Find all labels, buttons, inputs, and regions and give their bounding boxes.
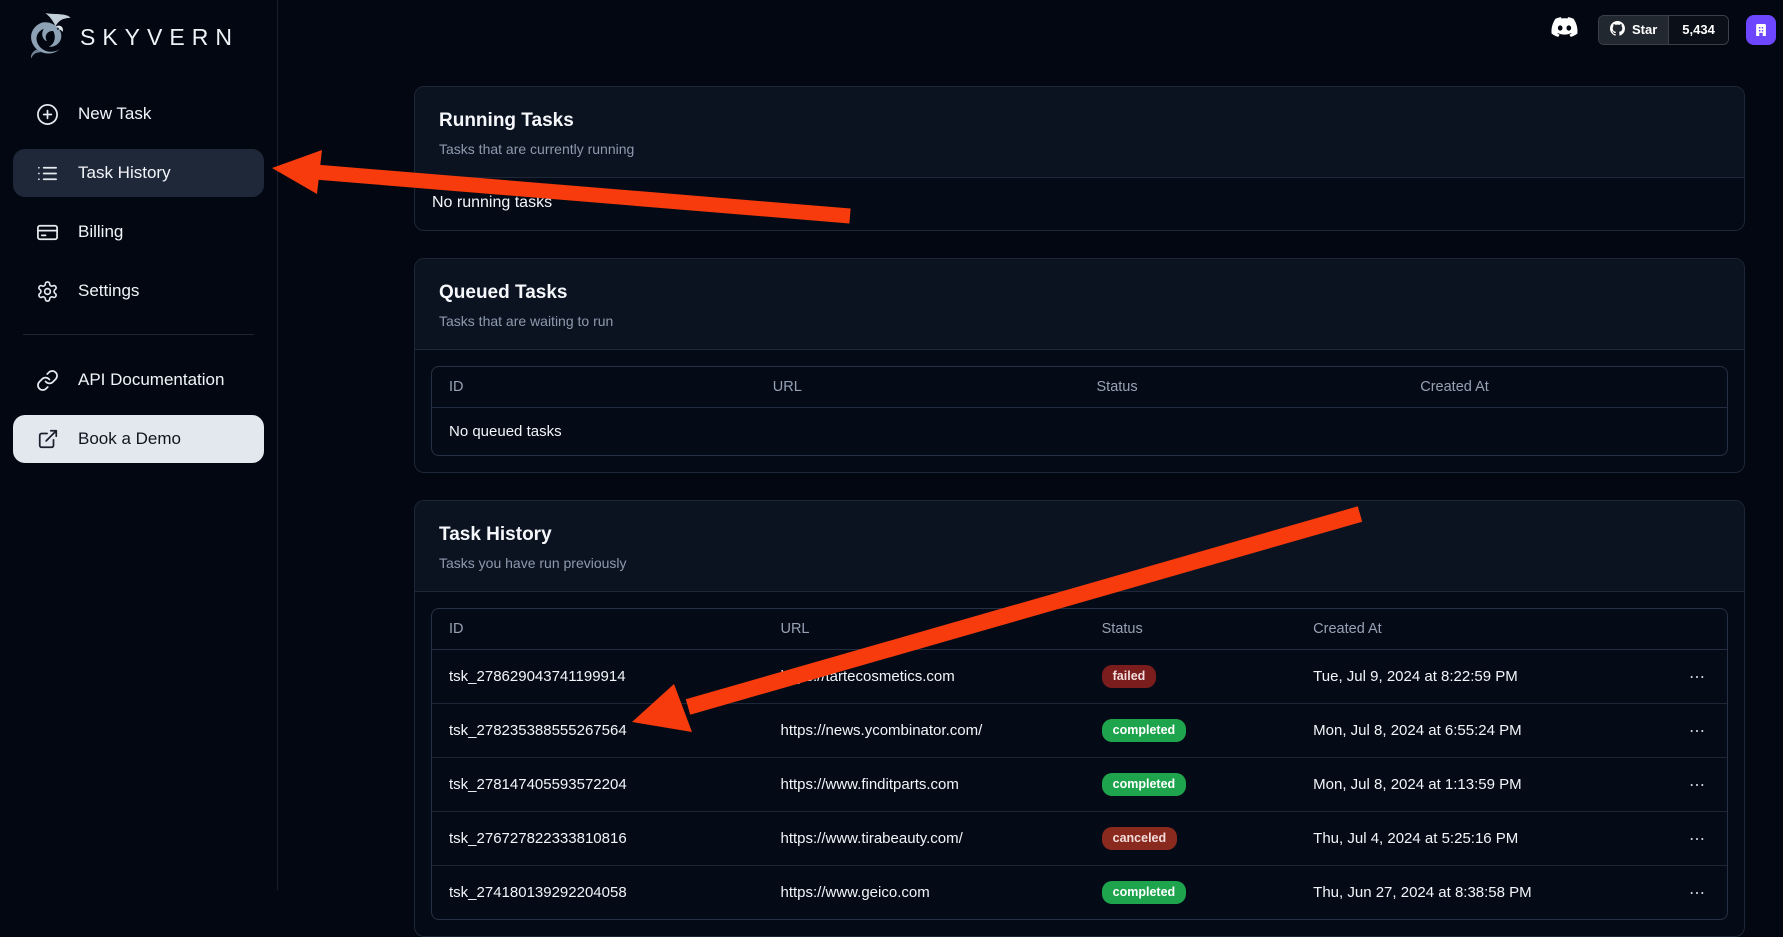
discord-icon[interactable] — [1548, 14, 1581, 45]
gear-icon — [36, 280, 59, 303]
column-header-status: Status — [1085, 609, 1297, 650]
task-created-cell: Thu, Jul 4, 2024 at 5:25:16 PM — [1296, 812, 1669, 866]
status-badge: completed — [1102, 881, 1187, 904]
task-id-cell: tsk_278235388555267564 — [432, 704, 763, 758]
running-tasks-empty-text: No running tasks — [431, 194, 1728, 214]
external-link-icon — [36, 428, 59, 451]
table-header-row: ID URL Status Created At — [432, 609, 1727, 650]
task-url-cell: https://tartecosmetics.com — [763, 650, 1084, 704]
table-row: No queued tasks — [432, 408, 1727, 456]
sidebar: SKYVERN New Task Task History Billing Se… — [0, 0, 278, 890]
sidebar-item-task-history[interactable]: Task History — [13, 149, 264, 197]
task-id-cell: tsk_278147405593572204 — [432, 758, 763, 812]
panel-title: Task History — [439, 524, 1720, 546]
queued-tasks-empty-text: No queued tasks — [432, 408, 1727, 456]
panel-title: Queued Tasks — [439, 282, 1720, 304]
task-url-cell: https://news.ycombinator.com/ — [763, 704, 1084, 758]
task-history-table: ID URL Status Created At tsk_27862904374… — [431, 608, 1728, 920]
task-status-cell: failed — [1085, 650, 1297, 704]
panel-subtitle: Tasks you have run previously — [439, 555, 1720, 571]
plus-circle-icon — [36, 103, 59, 126]
task-status-cell: canceled — [1085, 812, 1297, 866]
column-header-actions — [1669, 609, 1727, 650]
panel-title: Running Tasks — [439, 110, 1720, 132]
sidebar-item-label: Billing — [78, 222, 123, 242]
column-header-id: ID — [432, 367, 756, 408]
sidebar-item-label: New Task — [78, 104, 151, 124]
row-actions-button[interactable]: ⋯ — [1669, 758, 1727, 812]
task-history-panel: Task History Tasks you have run previous… — [414, 500, 1745, 937]
task-id-cell: tsk_276727822333810816 — [432, 812, 763, 866]
task-history-header: Task History Tasks you have run previous… — [415, 501, 1744, 592]
table-row[interactable]: tsk_278235388555267564 https://news.ycom… — [432, 704, 1727, 758]
sidebar-item-label: Settings — [78, 281, 139, 301]
task-url-cell: https://www.tirabeauty.com/ — [763, 812, 1084, 866]
column-header-status: Status — [1080, 367, 1404, 408]
brand[interactable]: SKYVERN — [0, 0, 277, 64]
table-row[interactable]: tsk_276727822333810816 https://www.tirab… — [432, 812, 1727, 866]
organization-avatar[interactable] — [1746, 15, 1776, 45]
queued-tasks-header: Queued Tasks Tasks that are waiting to r… — [415, 259, 1744, 350]
github-star-count: 5,434 — [1668, 16, 1728, 44]
column-header-id: ID — [432, 609, 763, 650]
sidebar-divider — [23, 334, 254, 335]
task-created-cell: Mon, Jul 8, 2024 at 1:13:59 PM — [1296, 758, 1669, 812]
task-created-cell: Tue, Jul 9, 2024 at 8:22:59 PM — [1296, 650, 1669, 704]
panel-subtitle: Tasks that are waiting to run — [439, 313, 1720, 329]
sidebar-item-label: Task History — [78, 163, 171, 183]
status-badge: failed — [1102, 665, 1157, 688]
row-actions-button[interactable]: ⋯ — [1669, 650, 1727, 704]
queued-tasks-panel: Queued Tasks Tasks that are waiting to r… — [414, 258, 1745, 473]
row-actions-button[interactable]: ⋯ — [1669, 812, 1727, 866]
sidebar-item-label: Book a Demo — [78, 429, 181, 449]
task-status-cell: completed — [1085, 758, 1297, 812]
sidebar-item-label: API Documentation — [78, 370, 224, 390]
sidebar-item-api-documentation[interactable]: API Documentation — [13, 356, 264, 404]
table-header-row: ID URL Status Created At — [432, 367, 1727, 408]
status-badge: canceled — [1102, 827, 1178, 850]
panel-subtitle: Tasks that are currently running — [439, 141, 1720, 157]
task-status-cell: completed — [1085, 866, 1297, 920]
task-created-cell: Mon, Jul 8, 2024 at 6:55:24 PM — [1296, 704, 1669, 758]
column-header-url: URL — [763, 609, 1084, 650]
list-icon — [36, 162, 59, 185]
task-url-cell: https://www.finditparts.com — [763, 758, 1084, 812]
running-tasks-panel: Running Tasks Tasks that are currently r… — [414, 86, 1745, 231]
main-content: Running Tasks Tasks that are currently r… — [414, 0, 1745, 937]
github-star-button[interactable]: Star 5,434 — [1598, 15, 1729, 45]
sidebar-nav: New Task Task History Billing Settings — [0, 90, 277, 463]
sidebar-item-billing[interactable]: Billing — [13, 208, 264, 256]
link-icon — [36, 369, 59, 392]
column-header-created-at: Created At — [1403, 367, 1727, 408]
column-header-created-at: Created At — [1296, 609, 1669, 650]
github-icon — [1610, 21, 1625, 39]
status-badge: completed — [1102, 773, 1187, 796]
sidebar-item-settings[interactable]: Settings — [13, 267, 264, 315]
row-actions-button[interactable]: ⋯ — [1669, 704, 1727, 758]
row-actions-button[interactable]: ⋯ — [1669, 866, 1727, 920]
task-status-cell: completed — [1085, 704, 1297, 758]
table-row[interactable]: tsk_274180139292204058 https://www.geico… — [432, 866, 1727, 920]
github-star-label: Star — [1632, 22, 1657, 37]
task-created-cell: Thu, Jun 27, 2024 at 8:38:58 PM — [1296, 866, 1669, 920]
table-row[interactable]: tsk_278147405593572204 https://www.findi… — [432, 758, 1727, 812]
sidebar-item-new-task[interactable]: New Task — [13, 90, 264, 138]
column-header-url: URL — [756, 367, 1080, 408]
queued-tasks-table: ID URL Status Created At No queued tasks — [431, 366, 1728, 456]
topbar: Star 5,434 Sk — [1548, 14, 1783, 45]
status-badge: completed — [1102, 719, 1187, 742]
brand-name: SKYVERN — [80, 24, 239, 51]
table-row[interactable]: tsk_278629043741199914 https://tartecosm… — [432, 650, 1727, 704]
task-url-cell: https://www.geico.com — [763, 866, 1084, 920]
skyvern-logo-icon — [22, 10, 72, 65]
running-tasks-header: Running Tasks Tasks that are currently r… — [415, 87, 1744, 178]
task-id-cell: tsk_274180139292204058 — [432, 866, 763, 920]
credit-card-icon — [36, 221, 59, 244]
sidebar-item-book-a-demo[interactable]: Book a Demo — [13, 415, 264, 463]
task-id-cell: tsk_278629043741199914 — [432, 650, 763, 704]
